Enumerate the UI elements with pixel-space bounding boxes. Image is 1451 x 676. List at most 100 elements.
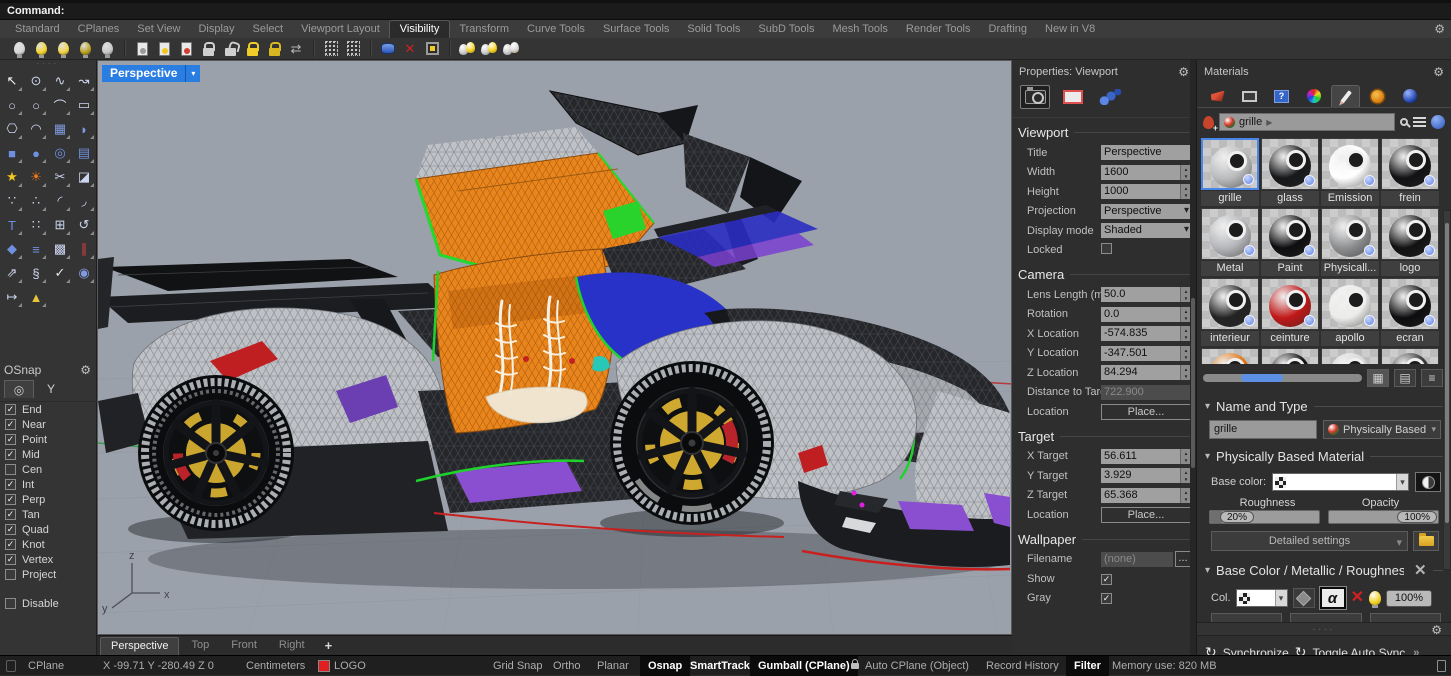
- curve-through-points-tool[interactable]: ↝: [72, 69, 96, 93]
- fence-array-tool[interactable]: ≡: [24, 237, 48, 261]
- osnap-item[interactable]: Point: [0, 432, 97, 447]
- bulb-icon[interactable]: [1369, 591, 1381, 605]
- layer-state-a-icon[interactable]: [320, 39, 342, 59]
- viewport-tab[interactable]: Top: [181, 637, 219, 655]
- osnap-checkbox[interactable]: [5, 449, 16, 460]
- lock-selected-icon[interactable]: [241, 39, 263, 59]
- remove-icon[interactable]: ✕: [1351, 590, 1364, 606]
- polygon-tool[interactable]: ⎔: [0, 117, 24, 141]
- roughness-slider[interactable]: 20%: [1209, 510, 1320, 524]
- solid-tool[interactable]: ◆: [0, 237, 24, 261]
- menu-tab[interactable]: Solid Tools: [678, 21, 749, 38]
- osnap-checkbox[interactable]: [5, 479, 16, 490]
- z-location-field[interactable]: 84.294: [1101, 365, 1191, 380]
- material-tile[interactable]: Metal: [1201, 208, 1259, 276]
- base-color-swatch[interactable]: ▾: [1272, 473, 1409, 491]
- osnap-checkbox[interactable]: [5, 554, 16, 565]
- centerline-tool[interactable]: ∥: [72, 237, 96, 261]
- material-tile[interactable]: Paint: [1261, 208, 1319, 276]
- cap-tool[interactable]: ◉: [72, 261, 96, 285]
- target-place-button[interactable]: Place...: [1101, 507, 1191, 523]
- point-tool[interactable]: ⊙: [24, 69, 48, 93]
- control-point-curve-tool[interactable]: ∿: [48, 69, 72, 93]
- sphere-tool[interactable]: ●: [24, 141, 48, 165]
- material-tile[interactable]: Physicall...: [1321, 208, 1379, 276]
- detailed-settings-dropdown[interactable]: Detailed settings: [1211, 531, 1408, 551]
- link-bulbs-icon[interactable]: ⇄: [285, 39, 307, 59]
- viewport-tab[interactable]: Front: [221, 637, 267, 655]
- status-item[interactable]: Record History: [986, 656, 1059, 676]
- material-tile[interactable]: grille: [1201, 138, 1259, 206]
- menu-tab[interactable]: Transform: [450, 21, 518, 38]
- title-field[interactable]: Perspective: [1101, 145, 1191, 160]
- status-right-icon[interactable]: [1437, 660, 1446, 672]
- help-icon[interactable]: [1431, 115, 1445, 129]
- copy-array-tool[interactable]: ⊞: [48, 213, 72, 237]
- material-name-input[interactable]: grille: [1209, 420, 1317, 439]
- material-tile[interactable]: ceinture: [1261, 278, 1319, 346]
- select-tool[interactable]: ↖: [0, 69, 24, 93]
- list-view-button[interactable]: ▤: [1394, 369, 1416, 387]
- trim-tool[interactable]: ✂: [48, 165, 72, 189]
- osnap-checkbox[interactable]: [5, 509, 16, 520]
- osnap-item[interactable]: Tan: [0, 507, 97, 522]
- x-target-field[interactable]: 56.611: [1101, 449, 1191, 464]
- materials-scrollbar[interactable]: [1443, 210, 1451, 570]
- menu-tab[interactable]: SubD Tools: [749, 21, 823, 38]
- paint-brush-tab[interactable]: [1331, 85, 1360, 107]
- osnap-item[interactable]: Knot: [0, 537, 97, 552]
- extrude-tool[interactable]: ⇗: [0, 261, 24, 285]
- menu-tab[interactable]: Visibility: [389, 20, 451, 38]
- material-type-dropdown[interactable]: Physically Based ▾: [1323, 420, 1441, 439]
- open-settings-button[interactable]: [1413, 531, 1439, 551]
- menu-tab[interactable]: Curve Tools: [518, 21, 594, 38]
- status-item[interactable]: Gumball (CPlane): [750, 656, 858, 676]
- fillet-tool[interactable]: ◜: [48, 189, 72, 213]
- menu-tab[interactable]: Set View: [128, 21, 189, 38]
- explode-tool[interactable]: ☀: [24, 165, 48, 189]
- texture-toggle-button[interactable]: [1415, 472, 1441, 492]
- sphere-tab[interactable]: [1395, 85, 1424, 107]
- menu-tab[interactable]: Drafting: [980, 21, 1037, 38]
- filename-field[interactable]: (none): [1101, 552, 1173, 567]
- osnap-item[interactable]: Cen: [0, 462, 97, 477]
- palette-drag-handle[interactable]: ····: [0, 60, 96, 69]
- opacity-slider[interactable]: 100%: [1328, 510, 1439, 524]
- group-tool[interactable]: ∵: [0, 189, 24, 213]
- properties-gear-icon[interactable]: ⚙: [1178, 65, 1189, 79]
- layer-state-b-icon[interactable]: [342, 39, 364, 59]
- box-tool[interactable]: ■: [0, 141, 24, 165]
- osnap-checkbox[interactable]: [5, 404, 16, 415]
- filename-browse-button[interactable]: ...: [1175, 551, 1191, 567]
- channel-percent-button[interactable]: 100%: [1386, 590, 1432, 607]
- physically-based-header[interactable]: ▾ Physically Based Material: [1197, 441, 1451, 468]
- toolbar-gear-icon[interactable]: ⚙: [1434, 22, 1445, 36]
- menu-tab[interactable]: Standard: [6, 21, 69, 38]
- color-wheel-tab[interactable]: [1299, 85, 1328, 107]
- show-objects-bulb[interactable]: [30, 39, 52, 59]
- osnap-tab[interactable]: Y: [36, 380, 66, 398]
- points-on-tool[interactable]: ∷: [24, 213, 48, 237]
- add-material-icon[interactable]: [1203, 116, 1214, 129]
- swap-hidden-bulb[interactable]: [74, 39, 96, 59]
- search-icon[interactable]: [1400, 118, 1408, 126]
- ellipse-tool[interactable]: ○: [24, 93, 48, 117]
- help-box-tab[interactable]: [1267, 85, 1296, 107]
- show-all-bulb[interactable]: [96, 39, 118, 59]
- explode-star-tool[interactable]: ★: [0, 165, 24, 189]
- osnap-gear-icon[interactable]: ⚙: [80, 363, 91, 377]
- osnap-checkbox[interactable]: [5, 569, 16, 580]
- osnap-checkbox[interactable]: [5, 434, 16, 445]
- osnap-disable-item[interactable]: Disable: [0, 596, 97, 611]
- material-name-field[interactable]: grille ▶: [1219, 113, 1395, 131]
- material-tile[interactable]: interieur: [1201, 278, 1259, 346]
- rotation-field[interactable]: 0.0: [1101, 307, 1191, 322]
- osnap-item[interactable]: Vertex: [0, 552, 97, 567]
- osnap-item[interactable]: Perp: [0, 492, 97, 507]
- text-tool[interactable]: T: [0, 213, 24, 237]
- osnap-checkbox[interactable]: [5, 524, 16, 535]
- ungroup-tool[interactable]: ∴: [24, 189, 48, 213]
- alpha-button[interactable]: α: [1320, 587, 1346, 609]
- pyramid-tool[interactable]: ▲: [24, 285, 48, 309]
- blend-surface-tool[interactable]: ◗: [72, 117, 96, 141]
